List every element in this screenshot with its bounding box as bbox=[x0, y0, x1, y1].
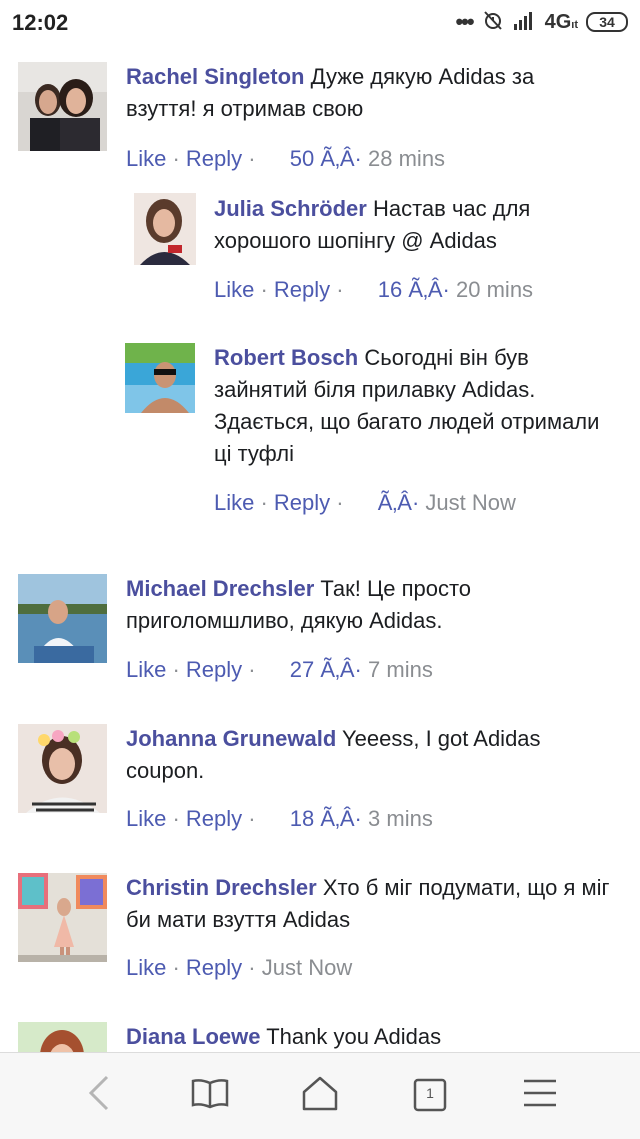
status-icons: ••• 4Gıt 34 bbox=[455, 8, 628, 36]
tabs-count: 1 bbox=[426, 1085, 434, 1101]
notification-dots-icon: ••• bbox=[455, 9, 474, 34]
status-time: 12:02 bbox=[12, 10, 69, 35]
comment-text: Diana Loewe Thank you Adidas bbox=[126, 1021, 596, 1053]
reply-button[interactable]: Reply bbox=[186, 657, 242, 682]
network-type: 4Gıt bbox=[544, 10, 578, 33]
like-button[interactable]: Like bbox=[126, 657, 166, 682]
comment-author[interactable]: Johanna Grunewald bbox=[126, 726, 336, 751]
avatar[interactable] bbox=[18, 62, 107, 151]
like-button[interactable]: Like bbox=[126, 955, 166, 980]
reply-button[interactable]: Reply bbox=[186, 955, 242, 980]
browser-bottom-bar: 1 bbox=[0, 1052, 640, 1139]
comment-text: Johanna Grunewald Yeeess, I got Adidas c… bbox=[126, 723, 596, 787]
comment-text: Rachel Singleton Дуже дякую Adidas за вз… bbox=[126, 61, 596, 125]
home-button[interactable] bbox=[298, 1073, 342, 1117]
like-button[interactable]: Like bbox=[214, 277, 254, 302]
comment-actions: Like · Reply · Ã‚Â· Just Now bbox=[214, 490, 516, 515]
comment-author[interactable]: Julia Schröder bbox=[214, 196, 367, 221]
avatar[interactable] bbox=[18, 873, 107, 962]
menu-button[interactable] bbox=[518, 1073, 562, 1117]
status-bar: 12:02 ••• 4Gıt 34 bbox=[0, 0, 640, 46]
avatar[interactable] bbox=[18, 724, 107, 813]
like-count: Ã‚Â· bbox=[377, 490, 420, 515]
like-button[interactable]: Like bbox=[126, 146, 166, 171]
reply-button[interactable]: Reply bbox=[274, 277, 330, 302]
comment-author[interactable]: Michael Drechsler bbox=[126, 576, 314, 601]
like-count: 16 Ã‚Â· bbox=[377, 277, 450, 302]
comment-time: 7 mins bbox=[368, 657, 433, 682]
comment-time: 3 mins bbox=[368, 806, 433, 831]
comment-actions: Like · Reply · 50 Ã‚Â· 28 mins bbox=[126, 146, 446, 171]
comment-time: 20 mins bbox=[456, 277, 534, 302]
back-icon bbox=[85, 1075, 115, 1116]
comment-actions: Like · Reply · 27 Ã‚Â· 7 mins bbox=[126, 657, 433, 682]
back-button[interactable] bbox=[78, 1073, 122, 1117]
comment-actions: Like · Reply · Just Now bbox=[126, 955, 353, 980]
comment-time: Just Now bbox=[425, 490, 516, 515]
avatar[interactable] bbox=[18, 1022, 107, 1052]
like-count: 27 Ã‚Â· bbox=[289, 657, 362, 682]
like-count: 50 Ã‚Â· bbox=[289, 146, 362, 171]
comment-author[interactable]: Christin Drechsler bbox=[126, 875, 317, 900]
comment-text: Julia Schröder Настав час для хорошого ш… bbox=[214, 193, 604, 257]
reply-button[interactable]: Reply bbox=[274, 490, 330, 515]
reply-button[interactable]: Reply bbox=[186, 806, 242, 831]
comment-text: Michael Drechsler Так! Це просто приголо… bbox=[126, 573, 596, 637]
comment-time: Just Now bbox=[261, 955, 353, 980]
comment-author[interactable]: Diana Loewe bbox=[126, 1024, 260, 1049]
alarm-off-icon bbox=[481, 8, 505, 37]
bookmarks-button[interactable] bbox=[188, 1073, 232, 1117]
comment-text: Robert Bosch Сьогодні він був зайнятий б… bbox=[214, 342, 614, 470]
menu-icon bbox=[522, 1078, 558, 1113]
reply-button[interactable]: Reply bbox=[186, 146, 242, 171]
comment-time: 28 mins bbox=[368, 146, 446, 171]
like-count: 18 Ã‚Â· bbox=[289, 806, 362, 831]
comment-author[interactable]: Rachel Singleton bbox=[126, 64, 304, 89]
tabs-button[interactable]: 1 bbox=[408, 1073, 452, 1117]
avatar[interactable] bbox=[18, 574, 107, 663]
tabs-icon: 1 bbox=[413, 1078, 447, 1112]
comment-text: Christin Drechsler Хто б міг подумати, щ… bbox=[126, 872, 626, 936]
avatar[interactable] bbox=[125, 343, 195, 413]
comment-actions: Like · Reply · 18 Ã‚Â· 3 mins bbox=[126, 806, 433, 831]
bookmarks-icon bbox=[191, 1077, 229, 1114]
comment-actions: Like · Reply · 16 Ã‚Â· 20 mins bbox=[214, 277, 534, 302]
like-button[interactable]: Like bbox=[126, 806, 166, 831]
like-button[interactable]: Like bbox=[214, 490, 254, 515]
avatar[interactable] bbox=[134, 193, 196, 265]
comment-body: Thank you Adidas bbox=[260, 1024, 442, 1049]
comment-author[interactable]: Robert Bosch bbox=[214, 345, 358, 370]
signal-icon bbox=[513, 10, 537, 35]
home-icon bbox=[301, 1074, 339, 1117]
battery-icon: 34 bbox=[586, 12, 628, 32]
